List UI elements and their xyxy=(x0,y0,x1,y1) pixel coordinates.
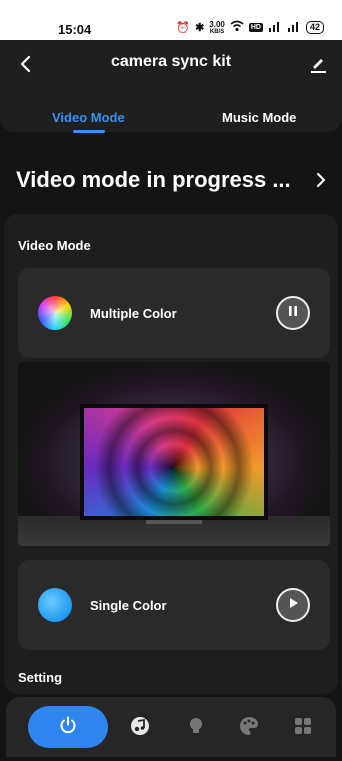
tv-screen xyxy=(84,408,264,516)
grid-icon[interactable] xyxy=(292,715,314,737)
active-tab-indicator xyxy=(73,130,105,133)
bluetooth-icon: ✱ xyxy=(195,22,205,34)
power-button[interactable] xyxy=(28,706,108,748)
setting-section-label: Setting xyxy=(18,670,63,685)
single-color-label: Single Color xyxy=(90,598,167,613)
wifi-icon xyxy=(230,20,244,35)
multiple-color-card[interactable]: Multiple Color xyxy=(18,268,330,358)
bulb-icon[interactable] xyxy=(185,715,207,737)
alarm-icon: ⏰ xyxy=(176,22,191,34)
battery-indicator: 42 xyxy=(305,21,324,34)
speed-value: 3.00 xyxy=(209,19,225,29)
tv-stand xyxy=(146,520,202,524)
pause-icon xyxy=(286,304,300,323)
music-note-icon[interactable] xyxy=(129,715,151,737)
single-color-card[interactable]: Single Color xyxy=(18,560,330,650)
tab-music-mode[interactable]: Music Mode xyxy=(222,110,296,125)
status-icons: ⏰ ✱ 3.00 KB/S HD 42 xyxy=(176,20,324,35)
progress-banner[interactable]: Video mode in progress ... xyxy=(16,167,328,193)
power-icon xyxy=(58,715,78,740)
status-time: 15:04 xyxy=(58,22,92,37)
status-bar: 15:04 ⏰ ✱ 3.00 KB/S HD 42 xyxy=(0,0,342,40)
app-header: camera sync kit Video Mode Music Mode xyxy=(0,40,342,133)
play-button[interactable] xyxy=(276,588,310,622)
bottom-nav xyxy=(6,697,336,757)
pause-button[interactable] xyxy=(276,296,310,330)
network-speed: 3.00 KB/S xyxy=(209,19,225,35)
progress-text: Video mode in progress ... xyxy=(16,167,291,192)
palette-icon[interactable] xyxy=(238,715,260,737)
play-icon xyxy=(286,596,300,615)
signal-icon-2 xyxy=(287,20,301,35)
tv xyxy=(80,404,268,520)
hd-badge: HD xyxy=(248,23,263,32)
tv-scene-image xyxy=(18,362,330,546)
chevron-right-icon xyxy=(314,171,328,189)
video-mode-section-label: Video Mode xyxy=(18,238,91,253)
tab-video-mode[interactable]: Video Mode xyxy=(52,110,125,125)
edit-icon[interactable] xyxy=(308,54,328,74)
signal-icon-1 xyxy=(268,20,282,35)
speed-unit: KB/S xyxy=(209,28,225,35)
multi-color-icon xyxy=(38,296,72,330)
page-title: camera sync kit xyxy=(110,53,232,70)
single-color-icon xyxy=(38,588,72,622)
multiple-color-label: Multiple Color xyxy=(90,306,177,321)
